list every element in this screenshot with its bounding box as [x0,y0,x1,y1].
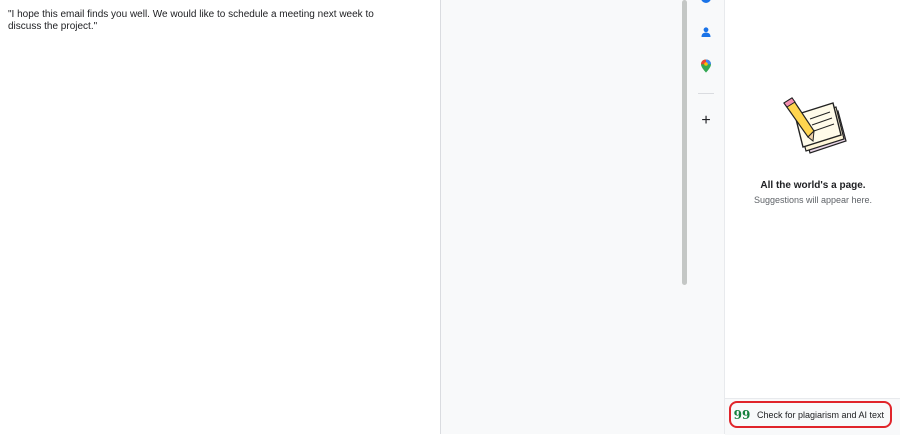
panel-subtitle: Suggestions will appear here. [753,195,873,205]
add-icon[interactable]: + [696,111,716,131]
panel-title: All the world's a page. [760,180,866,191]
check-plagiarism-button[interactable]: 99 Check for plagiarism and AI text [731,404,891,426]
rail-top-icon-shape [701,0,711,3]
editor-scrollbar[interactable] [682,0,687,285]
suggestions-panel: All the world's a page. Suggestions will… [724,0,900,435]
rail-divider [698,93,714,94]
side-rail: + [688,0,724,434]
panel-footer: 99 Check for plagiarism and AI text [725,398,900,435]
quote-icon: 99 [733,408,751,422]
contacts-icon-shape [701,27,711,37]
document-body-text[interactable]: "I hope this email finds you well. We wo… [8,9,388,33]
check-plagiarism-label: Check for plagiarism and AI text [757,410,885,420]
editor-gutter [441,0,688,434]
contacts-icon[interactable] [696,22,716,42]
maps-icon[interactable] [696,56,716,76]
rail-top-icon[interactable] [696,0,716,8]
notepad-pencil-icon [783,97,847,154]
document-canvas[interactable]: "I hope this email finds you well. We wo… [0,0,440,434]
maps-icon-shape [701,59,711,73]
